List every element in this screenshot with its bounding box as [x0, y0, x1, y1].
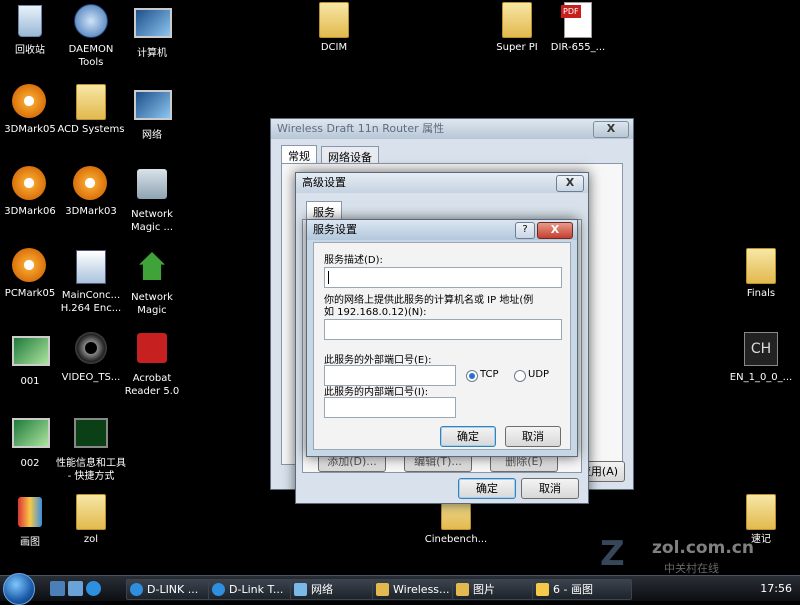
ok-button[interactable]: 确定 — [458, 478, 516, 499]
ie-icon — [212, 583, 225, 596]
3dmark-icon — [12, 166, 48, 202]
task-label: 网络 — [311, 583, 333, 596]
computer-icon — [134, 8, 172, 44]
desktop-icon-label: Cinebench... — [424, 534, 488, 545]
image-icon — [12, 418, 50, 454]
folder-icon — [376, 583, 389, 596]
internal-port-label: 此服务的内部端口号(I): — [324, 387, 429, 398]
desktop-icon-en-1-0-0[interactable]: CH EN_1_0_0_... — [725, 330, 797, 384]
home-icon — [134, 252, 170, 288]
desktop-icon-label: Network Magic ... — [130, 209, 174, 233]
desktop-icon-finals[interactable]: Finals — [725, 248, 797, 300]
host-label-line2: 如 192.168.0.12)(N): — [324, 307, 427, 318]
folder-icon — [743, 494, 779, 530]
video-icon — [73, 332, 109, 368]
internal-port-field[interactable] — [324, 397, 456, 418]
recycle-bin-icon — [12, 5, 48, 41]
close-button[interactable]: X — [593, 121, 629, 138]
system-tray: 17:56 — [690, 576, 800, 601]
cancel-button[interactable]: 取消 — [505, 426, 561, 447]
performance-icon — [73, 418, 109, 454]
tcp-label: TCP — [480, 369, 499, 380]
show-desktop-icon[interactable] — [50, 581, 65, 596]
desktop-icon-label: zol — [83, 534, 99, 545]
folder-icon — [73, 494, 109, 530]
task-label: D-LINK ... — [147, 583, 199, 596]
acrobat-icon — [134, 333, 170, 369]
3dmark-icon — [12, 84, 48, 120]
window-title: 服务设置 — [313, 223, 357, 236]
3dmark-icon — [73, 166, 109, 202]
folder-icon — [73, 84, 109, 120]
desktop-icon-zol[interactable]: zol — [55, 494, 127, 546]
desktop-icon-network[interactable]: 网络 — [116, 84, 188, 142]
clock[interactable]: 17:56 — [760, 582, 792, 595]
desktop-icon-label: Network Magic — [131, 292, 173, 316]
folder-icon — [316, 2, 352, 38]
ch-icon: CH — [743, 332, 779, 368]
ie-icon[interactable] — [86, 581, 101, 596]
cancel-button[interactable]: 取消 — [521, 478, 579, 499]
daemon-tools-icon — [73, 4, 109, 40]
service-settings-titlebar[interactable]: 服务设置 ? X — [307, 220, 577, 240]
window-title: 高级设置 — [302, 176, 346, 189]
desktop-icon-label: EN_1_0_0_... — [729, 372, 793, 383]
desktop-icon-network-magic-folder[interactable]: Network Magic ... — [116, 166, 188, 234]
watermark-logo: Z — [600, 534, 625, 574]
folder-icon — [743, 248, 779, 284]
desktop-icon-label: 性能信息和工具 - 快捷方式 — [56, 458, 126, 482]
ie-icon — [130, 583, 143, 596]
help-button[interactable]: ? — [515, 222, 535, 239]
desktop-icon-label: Acrobat Reader 5.0 — [124, 373, 180, 397]
desktop-icon-dir-655[interactable]: PDF DIR-655_... — [542, 2, 614, 54]
external-port-label: 此服务的外部端口号(E): — [324, 355, 432, 366]
close-button[interactable]: X — [537, 222, 573, 239]
desktop-icon-label: 网络 — [142, 130, 162, 141]
udp-label: UDP — [528, 369, 550, 380]
advanced-settings-titlebar[interactable]: 高级设置 X — [296, 173, 588, 193]
ok-button[interactable]: 确定 — [440, 426, 496, 447]
watermark-text: zol.com.cn — [652, 538, 754, 558]
switch-windows-icon[interactable] — [68, 581, 83, 596]
desktop-icon-acrobat-reader[interactable]: Acrobat Reader 5.0 — [116, 330, 188, 398]
task-label: 图片 — [473, 583, 495, 596]
text-caret — [328, 271, 329, 284]
desktop-icon-label: Finals — [746, 288, 776, 299]
network-icon — [294, 583, 307, 596]
folder-icon — [499, 2, 535, 38]
image-icon — [12, 336, 50, 372]
paint-icon — [12, 497, 48, 533]
folder-icon — [456, 583, 469, 596]
router-properties-titlebar[interactable]: Wireless Draft 11n Router 属性 X — [271, 119, 633, 139]
window-title: Wireless Draft 11n Router 属性 — [277, 122, 445, 135]
desktop-icon-dcim[interactable]: DCIM — [298, 2, 370, 54]
network-icon — [134, 90, 172, 126]
network-magic-icon — [134, 169, 170, 205]
paint-icon — [536, 583, 549, 596]
udp-radio[interactable] — [514, 370, 526, 382]
task-paint[interactable]: 6 - 画图 — [532, 579, 632, 600]
desktop-icon-network-magic[interactable]: Network Magic — [116, 248, 188, 317]
desktop-icon-label: DIR-655_... — [550, 42, 606, 53]
pdf-icon: PDF — [560, 2, 596, 38]
watermark-subtext: 中关村在线 — [664, 562, 719, 575]
desktop-icon-computer[interactable]: 计算机 — [116, 2, 188, 60]
task-label: D-Link T... — [229, 583, 284, 596]
mainconcept-icon — [73, 250, 109, 286]
host-field[interactable] — [324, 319, 562, 340]
desc-field[interactable] — [324, 267, 562, 288]
task-label: 6 - 画图 — [553, 583, 593, 596]
desktop-icon-performance-tools[interactable]: 性能信息和工具 - 快捷方式 — [55, 412, 127, 483]
pcmark-icon — [12, 248, 48, 284]
desc-label: 服务描述(D): — [324, 255, 383, 266]
close-button[interactable]: X — [556, 175, 584, 192]
service-form: 服务描述(D): 你的网络上提供此服务的计算机名或 IP 地址(例 如 192.… — [313, 242, 571, 450]
service-settings-dialog[interactable]: 服务设置 ? X 服务描述(D): 你的网络上提供此服务的计算机名或 IP 地址… — [306, 219, 578, 457]
tcp-radio[interactable] — [466, 370, 478, 382]
desktop-icon-label: 计算机 — [137, 48, 167, 59]
taskbar: D-LINK ... D-Link T... 网络 Wireless... 图片… — [0, 573, 800, 605]
start-button[interactable] — [3, 573, 35, 605]
task-label: Wireless... — [393, 583, 450, 596]
desktop-icon-label: DCIM — [320, 42, 348, 53]
